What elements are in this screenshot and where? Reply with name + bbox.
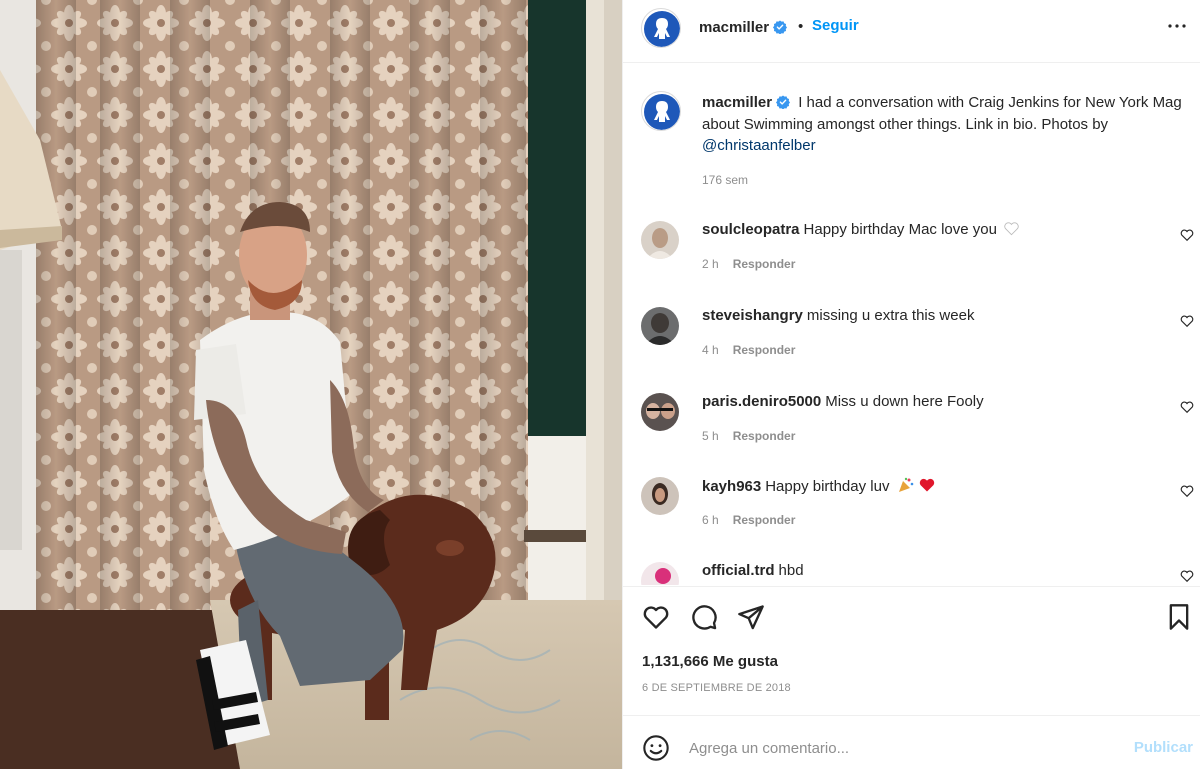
comment-input[interactable] — [689, 732, 1109, 764]
comment-text: official.trd hbd — [702, 562, 804, 580]
post-photo[interactable] — [0, 0, 622, 769]
caption-username[interactable]: macmiller — [702, 94, 791, 111]
author-username-text[interactable]: macmiller — [699, 19, 769, 36]
comment-avatar[interactable] — [641, 393, 679, 431]
comment-avatar-image — [641, 393, 679, 431]
comment-item: steveishangry missing u extra this week 4… — [641, 307, 1194, 367]
follow-button[interactable]: Seguir — [812, 17, 859, 34]
comment-icon[interactable] — [690, 603, 718, 631]
caption-mention-link[interactable]: @christaanfelber — [702, 137, 816, 154]
likes-count[interactable]: 1,131,666 Me gusta — [642, 653, 778, 670]
post-actions: 1,131,666 Me gusta 6 DE SEPTIEMBRE DE 20… — [623, 586, 1200, 716]
reply-button[interactable]: Responder — [733, 257, 796, 271]
comment-body: Happy birthday luv — [765, 478, 890, 495]
post-date[interactable]: 6 DE SEPTIEMBRE DE 2018 — [642, 682, 791, 694]
comment-body: Miss u down here Fooly — [825, 393, 984, 410]
heart-icon[interactable] — [642, 603, 670, 631]
comment-avatar[interactable] — [641, 562, 679, 585]
comment-username[interactable]: soulcleopatra — [702, 221, 800, 238]
comment-body: Happy birthday Mac love you — [803, 221, 997, 238]
comment-text: soulcleopatra Happy birthday Mac love you — [702, 221, 1020, 239]
party-popper-emoji — [898, 477, 913, 492]
comment-item: official.trd hbd — [641, 562, 1194, 585]
caption-avatar[interactable] — [641, 91, 681, 131]
comment-text: paris.deniro5000 Miss u down here Fooly — [702, 393, 984, 411]
comment-meta: 5 h Responder — [702, 429, 795, 443]
caption-verified-badge-icon — [776, 95, 791, 109]
comment-meta: 2 h Responder — [702, 257, 795, 271]
reply-button[interactable]: Responder — [733, 343, 796, 357]
comment-body: missing u extra this week — [806, 307, 975, 324]
comment-username[interactable]: kayh963 — [702, 478, 761, 495]
comment-avatar-image — [641, 562, 679, 585]
caption-avatar-icon — [644, 94, 680, 130]
author-avatar[interactable] — [641, 8, 681, 48]
author-avatar-icon — [644, 11, 680, 47]
smiley-icon[interactable] — [642, 734, 670, 762]
bookmark-icon[interactable] — [1165, 603, 1193, 631]
reply-button[interactable]: Responder — [733, 429, 796, 443]
comment-meta: 6 h Responder — [702, 513, 795, 527]
post-comment-button[interactable]: Publicar — [1134, 739, 1193, 756]
caption-text: macmiller I had a conversation with Crai… — [702, 92, 1200, 157]
comments-list[interactable]: macmiller I had a conversation with Crai… — [623, 63, 1200, 585]
post-side-panel: macmiller • Seguir macmiller I had a con… — [622, 0, 1200, 769]
red-heart-emoji — [919, 478, 934, 492]
white-heart-emoji — [1004, 222, 1019, 236]
comment-avatar-image — [641, 307, 679, 345]
comment-username[interactable]: paris.deniro5000 — [702, 393, 821, 410]
comment-text: kayh963 Happy birthday luv — [702, 477, 936, 496]
likes-label[interactable]: Me gusta — [713, 653, 778, 670]
comment-avatar-image — [641, 221, 679, 259]
comment-item: soulcleopatra Happy birthday Mac love you… — [641, 221, 1194, 281]
header-separator: • — [798, 18, 804, 35]
share-icon[interactable] — [737, 603, 765, 631]
comment-like-icon[interactable] — [1180, 400, 1194, 414]
comment-avatar-image — [641, 477, 679, 515]
more-options-icon[interactable] — [1165, 14, 1189, 38]
comment-body: hbd — [778, 562, 804, 579]
comment-avatar[interactable] — [641, 221, 679, 259]
likes-number[interactable]: 1,131,666 — [642, 653, 709, 670]
post-header: macmiller • Seguir — [623, 0, 1200, 63]
reply-button[interactable]: Responder — [733, 513, 796, 527]
comment-composer: Publicar — [623, 717, 1200, 769]
comment-like-icon[interactable] — [1180, 314, 1194, 328]
comment-time[interactable]: 4 h — [702, 343, 719, 357]
post-photo-illustration — [0, 0, 622, 769]
author-username[interactable]: macmiller — [699, 19, 788, 36]
verified-badge-icon — [773, 20, 788, 34]
comment-item: kayh963 Happy birthday luv 6 h Responder — [641, 477, 1194, 537]
comment-like-icon[interactable] — [1180, 569, 1194, 583]
caption-username-text[interactable]: macmiller — [702, 94, 772, 111]
comment-text: steveishangry missing u extra this week — [702, 307, 974, 325]
comment-time[interactable]: 5 h — [702, 429, 719, 443]
comment-username[interactable]: official.trd — [702, 562, 775, 579]
comment-like-icon[interactable] — [1180, 228, 1194, 242]
caption-timestamp[interactable]: 176 sem — [702, 173, 748, 187]
comment-avatar[interactable] — [641, 477, 679, 515]
comment-meta: 4 h Responder — [702, 343, 795, 357]
comment-username[interactable]: steveishangry — [702, 307, 803, 324]
comment-time[interactable]: 2 h — [702, 257, 719, 271]
comment-time[interactable]: 6 h — [702, 513, 719, 527]
comment-like-icon[interactable] — [1180, 484, 1194, 498]
comment-avatar[interactable] — [641, 307, 679, 345]
comment-item: paris.deniro5000 Miss u down here Fooly 5… — [641, 393, 1194, 453]
